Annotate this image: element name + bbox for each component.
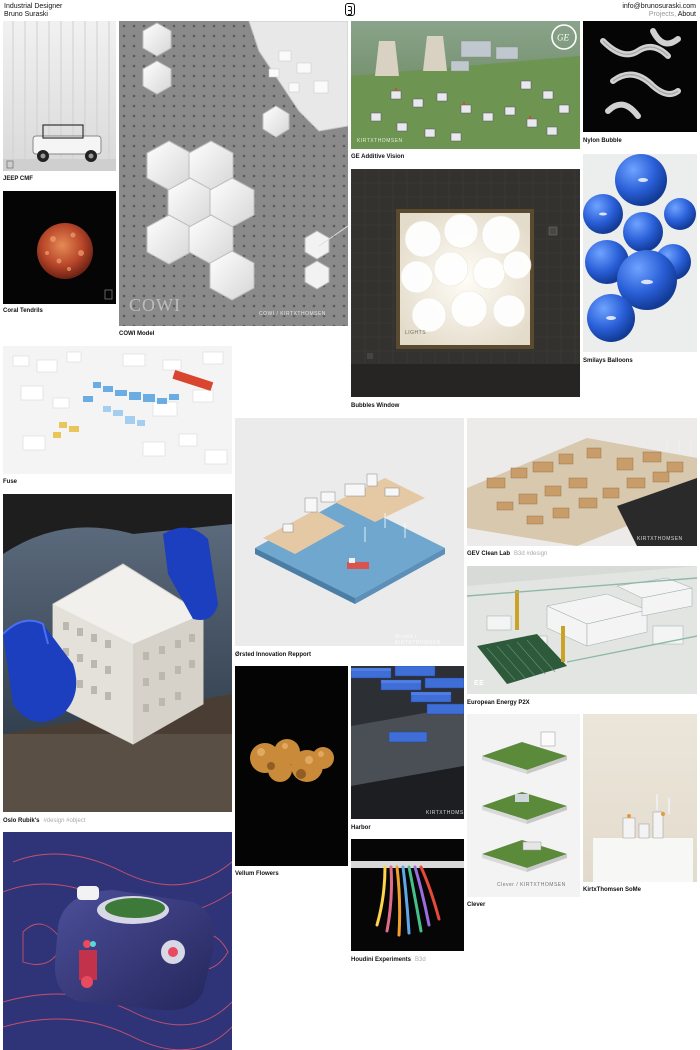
project-caption[interactable]: Ørsted Innovation Repport: [235, 651, 315, 659]
project-caption[interactable]: KirtxThomsen SoMe: [583, 886, 645, 894]
project-caption[interactable]: Harbor: [351, 824, 375, 832]
harbor-image: [351, 666, 464, 819]
project-tile-oslo-rubiks[interactable]: [3, 494, 232, 812]
gev-image: [467, 418, 697, 546]
smilays-image: [583, 154, 697, 352]
project-tile-clever[interactable]: Clever / KIRTXTHOMSEN: [467, 714, 580, 897]
kt-some-image: [583, 714, 697, 882]
project-caption[interactable]: European Energy P2X: [467, 699, 534, 707]
project-caption[interactable]: COWI Model: [119, 330, 158, 338]
clever-watermark: Clever / KIRTXTHOMSEN: [497, 882, 566, 888]
project-tile-fuse[interactable]: [3, 346, 232, 474]
cowi-kt-watermark: COWI / KIRTXTHOMSEN: [259, 311, 326, 317]
nav-about-link[interactable]: About: [678, 11, 696, 18]
project-caption[interactable]: Fuse: [3, 478, 21, 486]
project-caption[interactable]: Oslo Rubik's #design #object: [3, 817, 85, 825]
nylon-bubble-image: [583, 21, 697, 132]
topography-device-image: [3, 832, 232, 1050]
site-header-left: Industrial Designer Bruno Suraski: [4, 3, 62, 19]
ge-kt-watermark: KIRTXTHOMSEN: [357, 138, 403, 144]
project-tile-coral-tendrils[interactable]: [3, 191, 116, 304]
jeep-image: [3, 21, 116, 171]
project-tile-harbor[interactable]: KIRTXTHOMSEN: [351, 666, 464, 819]
project-tile-bubbles-window[interactable]: LIGHTS: [351, 169, 580, 397]
project-caption[interactable]: Vellum Flowers: [235, 870, 283, 878]
houdini-image: [351, 839, 464, 951]
project-caption[interactable]: Smilays Balloons: [583, 357, 637, 365]
project-tile-cowi-model[interactable]: COWI COWI / KIRTXTHOMSEN: [119, 21, 348, 326]
project-tile-topography-device[interactable]: [3, 832, 232, 1050]
lights-label: LIGHTS: [405, 330, 427, 336]
project-caption[interactable]: Clever: [467, 901, 489, 909]
logo-icon[interactable]: [345, 3, 355, 16]
cowi-image: COWI: [119, 21, 348, 326]
project-caption[interactable]: Nylon Bubble: [583, 137, 626, 145]
ge-image: GE: [351, 21, 580, 149]
project-caption[interactable]: JEEP CMF: [3, 175, 37, 183]
project-tile-gev-clean-lab[interactable]: KIRTXTHOMSEN: [467, 418, 697, 546]
fuse-image: [3, 346, 232, 474]
vellum-flowers-image: [235, 666, 348, 866]
project-caption[interactable]: GE Additive Vision: [351, 153, 408, 161]
project-tile-european-energy[interactable]: EE: [467, 566, 697, 694]
designer-role: Industrial Designer: [4, 3, 63, 10]
nav-projects-link[interactable]: Projects: [649, 11, 674, 18]
orsted-watermark: Ørsted / KIRTXTHOMSEN: [395, 634, 441, 646]
project-tile-nylon-bubble[interactable]: [583, 21, 697, 132]
email-link[interactable]: info@brunosuraski.com: [622, 3, 696, 11]
project-caption[interactable]: Houdini Experiments B3d: [351, 956, 426, 964]
designer-name[interactable]: Bruno Suraski: [4, 11, 62, 19]
project-caption[interactable]: Coral Tendrils: [3, 307, 47, 315]
orsted-image: [235, 418, 464, 646]
gev-watermark: KIRTXTHOMSEN: [637, 536, 683, 542]
european-energy-image: [467, 566, 697, 694]
coral-image: [3, 191, 116, 304]
project-tile-houdini[interactable]: [351, 839, 464, 951]
project-caption[interactable]: GEV Clean Lab B3d #design: [467, 550, 547, 558]
oslo-rubiks-image: [3, 494, 232, 812]
ee-logo: EE: [474, 680, 485, 687]
harbor-watermark: KIRTXTHOMSEN: [426, 810, 464, 816]
bubbles-window-image: [351, 169, 580, 397]
cowi-watermark-text: COWI: [129, 295, 181, 315]
project-tile-orsted[interactable]: Ørsted / KIRTXTHOMSEN: [235, 418, 464, 646]
clever-image: [467, 714, 580, 897]
project-tile-ge-additive[interactable]: GE KIRTXTHOMSEN: [351, 21, 580, 149]
project-tile-jeep-cmf[interactable]: [3, 21, 116, 171]
project-tile-kt-some[interactable]: [583, 714, 697, 882]
project-tile-vellum-flowers[interactable]: [235, 666, 348, 866]
project-caption[interactable]: Bubbles Window: [351, 402, 403, 410]
ge-logo-icon: GE: [557, 33, 569, 43]
site-header-right: info@brunosuraski.com Projects, About: [622, 3, 696, 19]
main-nav: Projects, About: [622, 11, 696, 19]
project-tile-smilays-balloons[interactable]: [583, 154, 697, 352]
